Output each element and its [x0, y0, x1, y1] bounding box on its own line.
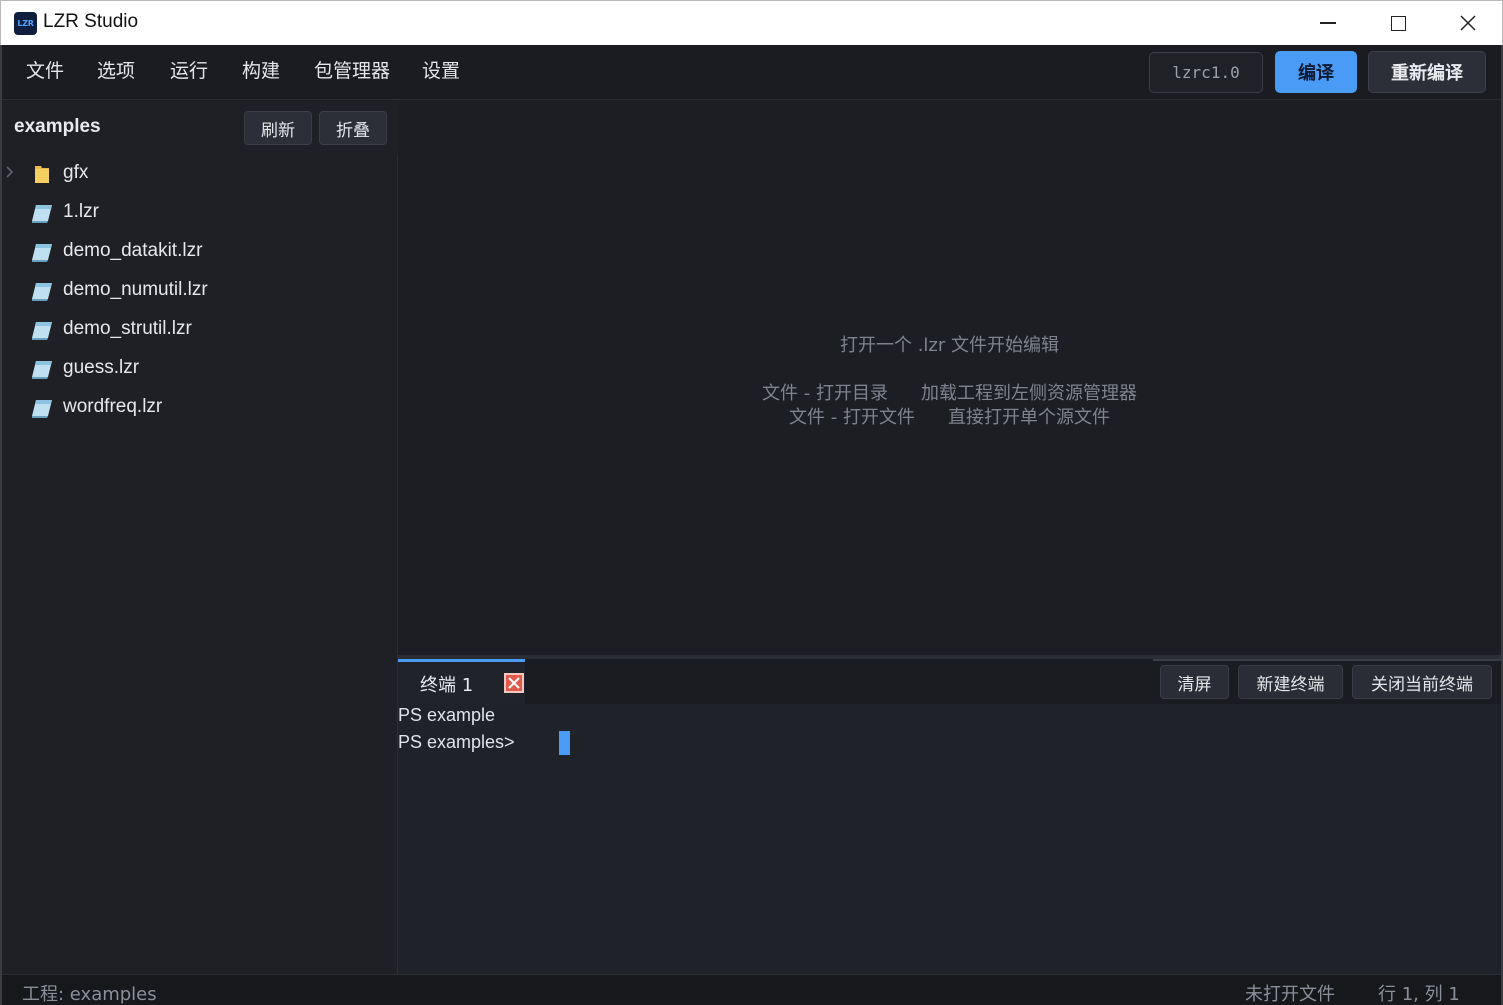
hint-description: 直接打开单个源文件 — [948, 407, 1110, 428]
menu-package-manager[interactable]: 包管理器 — [312, 56, 392, 83]
explorer-header: examples 刷新 折叠 — [2, 101, 398, 155]
file-icon — [30, 280, 54, 302]
tree-item-file[interactable]: guess.lzr — [2, 350, 398, 389]
file-explorer: examples 刷新 折叠 gfx 1.lzr demo_datakit.lz… — [2, 101, 398, 974]
file-icon — [30, 358, 54, 380]
tree-item-file[interactable]: demo_numutil.lzr — [2, 272, 398, 311]
tree-item-label: demo_strutil.lzr — [63, 318, 192, 339]
minimize-button[interactable] — [1293, 1, 1363, 45]
status-project: 工程: examples — [22, 984, 157, 1005]
tree-item-label: wordfreq.lzr — [63, 396, 163, 417]
folder-icon — [30, 163, 54, 185]
menu-build[interactable]: 构建 — [240, 56, 282, 83]
menu-bar: 文件 选项 运行 构建 包管理器 设置 lzrc1.0 编译 重新编译 — [2, 45, 1501, 100]
close-tab-button[interactable] — [504, 673, 524, 693]
file-icon — [30, 241, 54, 263]
hint-description: 加载工程到左侧资源管理器 — [921, 383, 1137, 404]
minimize-icon — [1320, 22, 1336, 24]
terminal-tab-bar: 终端 1 清屏 新建终端 关闭当前终端 — [398, 659, 1501, 704]
maximize-button[interactable] — [1363, 1, 1433, 45]
clear-terminal-button[interactable]: 清屏 — [1160, 665, 1229, 699]
window-title: LZR Studio — [43, 11, 139, 32]
menu-settings[interactable]: 设置 — [420, 56, 462, 83]
hint-action: 文件 - 打开目录 — [762, 383, 888, 404]
menu-file[interactable]: 文件 — [24, 56, 66, 83]
tree-item-file[interactable]: 1.lzr — [2, 194, 398, 233]
tree-item-label: demo_numutil.lzr — [63, 279, 208, 300]
terminal-output[interactable]: PS example PS examples> — [398, 704, 1501, 974]
terminal-line: PS example — [398, 705, 496, 725]
hint-action: 文件 - 打开文件 — [789, 407, 915, 428]
tab-bar-border — [1153, 659, 1501, 661]
refresh-button[interactable]: 刷新 — [244, 111, 312, 145]
status-file: 未打开文件 — [1245, 984, 1335, 1005]
file-tree: gfx 1.lzr demo_datakit.lzr demo_numutil.… — [2, 155, 398, 428]
file-icon — [30, 202, 54, 224]
empty-state-title: 打开一个 .lzr 文件开始编辑 — [839, 335, 1059, 356]
collapse-button[interactable]: 折叠 — [319, 111, 387, 145]
title-bar: LZR LZR Studio — [0, 0, 1503, 45]
status-bar: 工程: examples 未打开文件 行 1, 列 1 — [2, 974, 1501, 1005]
terminal-tab[interactable]: 终端 1 — [398, 659, 525, 704]
tree-item-file[interactable]: wordfreq.lzr — [2, 389, 398, 428]
maximize-icon — [1390, 15, 1406, 31]
close-window-button[interactable] — [1433, 1, 1503, 45]
menu-run[interactable]: 运行 — [168, 56, 210, 83]
recompile-button[interactable]: 重新编译 — [1368, 51, 1486, 93]
close-terminal-button[interactable]: 关闭当前终端 — [1352, 665, 1492, 699]
compile-button[interactable]: 编译 — [1275, 51, 1357, 93]
app-logo-icon: LZR — [14, 12, 37, 35]
close-icon — [508, 677, 520, 689]
tree-item-label: demo_datakit.lzr — [63, 240, 203, 261]
terminal-cursor — [559, 731, 570, 755]
tree-item-label: guess.lzr — [63, 357, 140, 378]
close-icon — [1460, 15, 1476, 31]
status-cursor-position: 行 1, 列 1 — [1378, 984, 1460, 1005]
chevron-right-icon[interactable] — [6, 166, 16, 180]
new-terminal-button[interactable]: 新建终端 — [1238, 665, 1343, 699]
terminal-prompt: PS examples> — [398, 732, 515, 752]
tree-item-label: 1.lzr — [63, 201, 99, 222]
terminal-tab-label: 终端 1 — [420, 675, 474, 696]
tree-item-label: gfx — [63, 162, 89, 183]
tree-item-file[interactable]: demo_strutil.lzr — [2, 311, 398, 350]
file-icon — [30, 397, 54, 419]
project-name: examples — [14, 116, 101, 137]
editor-area[interactable]: 打开一个 .lzr 文件开始编辑 文件 - 打开目录 加载工程到左侧资源管理器 … — [398, 101, 1501, 657]
compiler-version-selector[interactable]: lzrc1.0 — [1149, 52, 1263, 93]
file-icon — [30, 319, 54, 341]
tree-item-gfx[interactable]: gfx — [2, 155, 398, 194]
tree-item-file[interactable]: demo_datakit.lzr — [2, 233, 398, 272]
menu-options[interactable]: 选项 — [95, 56, 137, 83]
